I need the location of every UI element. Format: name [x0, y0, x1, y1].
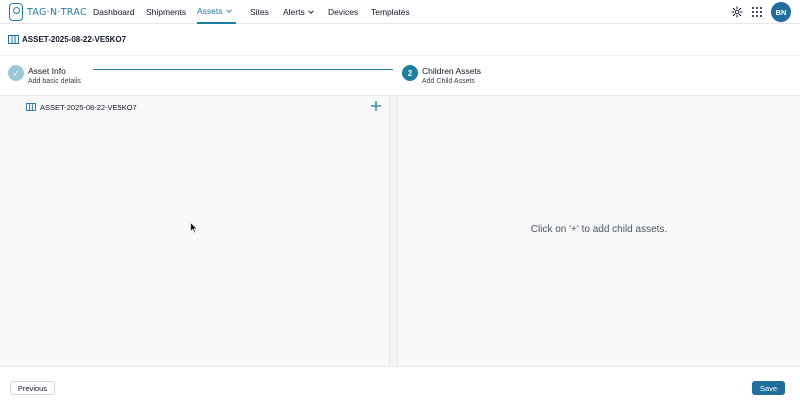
- nav-dashboard[interactable]: Dashboard: [93, 0, 135, 24]
- main-content: ASSET-2025-08-22-VE5KO7 Click on '+' to …: [0, 96, 800, 366]
- panel-resizer[interactable]: [390, 96, 398, 366]
- step-2-number: 2: [407, 68, 413, 78]
- logo-icon: [9, 3, 23, 21]
- check-icon: ✓: [12, 68, 20, 78]
- nav-devices[interactable]: Devices: [328, 0, 358, 24]
- tree-node-label: ASSET-2025-08-22-VE5KO7: [40, 102, 137, 112]
- nav-alerts[interactable]: Alerts: [283, 0, 314, 24]
- asset-icon: [8, 35, 19, 44]
- nav-alerts-label: Alerts: [283, 7, 305, 17]
- step-connector: [93, 69, 393, 70]
- step-2-title: Children Assets: [422, 66, 482, 76]
- step-2-indicator[interactable]: 2: [402, 65, 418, 81]
- nav-templates[interactable]: Templates: [371, 0, 410, 24]
- stepper: ✓ Asset Info Add basic details 2 Childre…: [0, 56, 800, 96]
- avatar-initials: BN: [775, 7, 787, 17]
- step-1-subtitle: Add basic details: [28, 78, 81, 85]
- empty-state-message: Click on '+' to add child assets.: [530, 224, 668, 235]
- top-nav: TAG·N·TRAC Dashboard Shipments Assets Si…: [0, 0, 800, 24]
- nav-assets-label: Assets: [197, 6, 223, 16]
- footer-bar: Previous Save: [0, 366, 800, 402]
- page-header: ASSET-2025-08-22-VE5KO7: [0, 24, 800, 56]
- step-1-indicator[interactable]: ✓: [8, 65, 24, 81]
- page-title: ASSET-2025-08-22-VE5KO7: [22, 35, 127, 44]
- children-assets-panel: Click on '+' to add child assets.: [398, 96, 800, 366]
- chevron-down-icon: [308, 10, 314, 14]
- asset-icon: [26, 103, 36, 111]
- step-1-title: Asset Info: [28, 66, 66, 76]
- nav-templates-label: Templates: [371, 7, 410, 17]
- logo-text: TAG·N·TRAC: [27, 6, 87, 18]
- nav-assets[interactable]: Assets: [197, 0, 236, 24]
- nav-shipments-label: Shipments: [146, 7, 187, 17]
- user-avatar[interactable]: BN: [771, 2, 791, 22]
- nav-devices-label: Devices: [328, 7, 359, 17]
- nav-dashboard-label: Dashboard: [93, 7, 135, 17]
- previous-button[interactable]: Previous: [10, 381, 55, 395]
- app-logo[interactable]: TAG·N·TRAC: [9, 2, 87, 22]
- chevron-down-icon: [225, 9, 232, 13]
- plus-icon[interactable]: [370, 100, 382, 112]
- save-button[interactable]: Save: [752, 381, 785, 395]
- nav-sites[interactable]: Sites: [250, 0, 269, 24]
- grid-icon[interactable]: [751, 6, 763, 18]
- tree-node-root[interactable]: ASSET-2025-08-22-VE5KO7: [26, 101, 137, 113]
- step-2-subtitle: Add Child Assets: [422, 78, 475, 85]
- nav-shipments[interactable]: Shipments: [146, 0, 186, 24]
- gear-icon[interactable]: [731, 6, 743, 18]
- nav-sites-label: Sites: [250, 7, 269, 17]
- mouse-cursor-icon: [190, 222, 198, 234]
